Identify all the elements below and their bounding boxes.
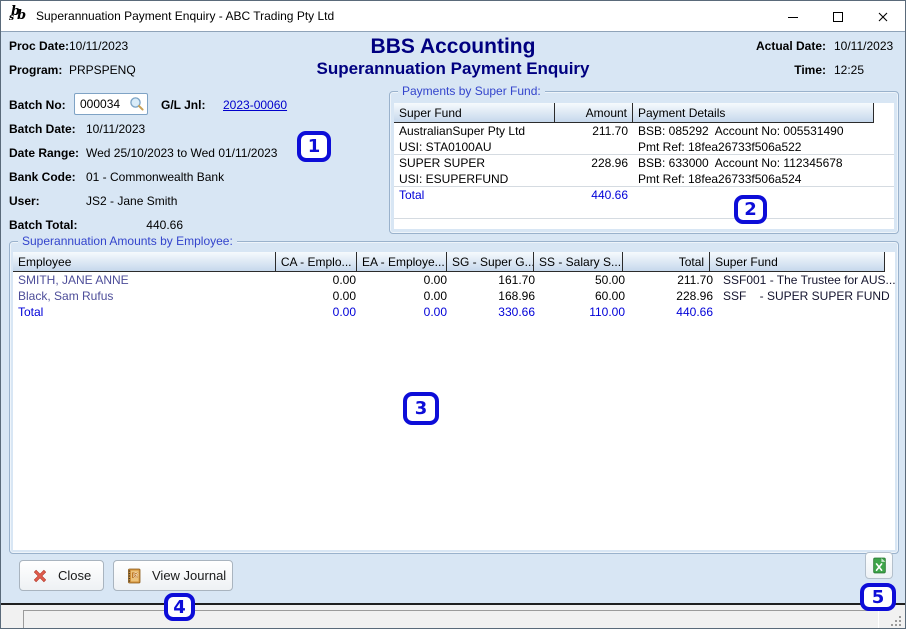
batch-date-value: 10/11/2023 [86, 122, 145, 136]
employee-fund: SSF - SUPER SUPER FUND [718, 288, 895, 304]
column-header[interactable]: Super Fund [394, 103, 555, 123]
fund-name: SUPER SUPER [399, 155, 550, 171]
callout-4: 4 [164, 593, 195, 621]
employees-groupbox: Superannuation Amounts by Employee: Empl… [9, 241, 899, 554]
maximize-icon [830, 9, 846, 25]
table-row[interactable]: SUPER SUPERUSI: ESUPERFUND 228.96 BSB: 6… [394, 155, 894, 187]
employees-group-label: Superannuation Amounts by Employee: [18, 234, 237, 248]
gl-jnl-label: G/L Jnl: [161, 98, 205, 112]
fund-name: AustralianSuper Pty Ltd [399, 123, 550, 139]
payments-group-label: Payments by Super Fund: [398, 84, 545, 98]
column-header[interactable]: Super Fund [710, 252, 885, 272]
table-row[interactable]: SMITH, JANE ANNE 0.00 0.00 161.70 50.00 … [13, 272, 895, 288]
payments-table-header: Super Fund Amount Payment Details [394, 103, 894, 123]
minimize-button[interactable] [770, 1, 815, 32]
total-label: Total [394, 187, 555, 218]
magnifier-icon[interactable] [129, 96, 145, 112]
title-bar: b s b Superannuation Payment Enquiry - A… [1, 1, 905, 32]
employee-name: SMITH, JANE ANNE [13, 272, 279, 288]
employee-name: Black, Sam Rufus [13, 288, 279, 304]
column-header[interactable]: EA - Employe... [357, 252, 447, 272]
red-x-icon [32, 568, 48, 584]
bank-code-value: 01 - Commonwealth Bank [86, 170, 224, 184]
gl-journal-link[interactable]: 2023-00060 [223, 98, 287, 112]
payments-groupbox: Payments by Super Fund: Super Fund Amoun… [389, 91, 899, 234]
resize-grip[interactable] [889, 614, 903, 628]
fund-usi: USI: STA0100AU [399, 139, 550, 154]
user-value: JS2 - Jane Smith [86, 194, 177, 208]
column-header[interactable]: Employee [13, 252, 276, 272]
table-row[interactable]: AustralianSuper Pty LtdUSI: STA0100AU 21… [394, 123, 894, 155]
close-button[interactable]: Close [19, 560, 104, 591]
app-window: b s b Superannuation Payment Enquiry - A… [0, 0, 906, 629]
column-header[interactable]: Payment Details [633, 103, 874, 123]
callout-1: 1 [297, 131, 331, 162]
column-header[interactable]: SS - Salary S... [534, 252, 623, 272]
batch-total-label: Batch Total: [9, 218, 77, 232]
excel-icon [871, 557, 888, 574]
column-header[interactable]: SG - Super G... [447, 252, 534, 272]
employees-table: Employee CA - Emplo... EA - Employe... S… [13, 252, 895, 550]
view-journal-button-label: View Journal [152, 568, 226, 583]
payments-table: Super Fund Amount Payment Details Austra… [394, 103, 894, 229]
callout-3: 3 [403, 392, 439, 425]
column-header[interactable]: Total [623, 252, 710, 272]
fund-amount: 228.96 [555, 155, 633, 186]
actual-date-label: Actual Date: [743, 39, 826, 53]
callout-5: 5 [860, 583, 896, 611]
maximize-button[interactable] [815, 1, 860, 32]
payment-details: BSB: 633000 Account No: 112345678 [638, 155, 869, 171]
batch-total-value: 440.66 [86, 218, 183, 232]
date-range-value: Wed 25/10/2023 to Wed 01/11/2023 [86, 146, 277, 160]
time-value: 12:25 [834, 63, 864, 77]
employees-table-header: Employee CA - Emplo... EA - Employe... S… [13, 252, 895, 272]
window-title: Superannuation Payment Enquiry - ABC Tra… [36, 9, 334, 23]
status-bar [1, 603, 905, 629]
payment-ref: Pmt Ref: 18fea26733f506a524 [638, 171, 869, 186]
total-value: 440.66 [555, 187, 633, 218]
batch-date-label: Batch Date: [9, 122, 76, 136]
close-icon [875, 9, 891, 25]
close-window-button[interactable] [860, 1, 905, 32]
payment-ref: Pmt Ref: 18fea26733f506a522 [638, 139, 869, 154]
view-journal-button[interactable]: @ View Journal [113, 560, 233, 591]
journal-icon: @ [126, 568, 142, 584]
svg-text:@: @ [133, 572, 139, 579]
table-row[interactable]: Black, Sam Rufus 0.00 0.00 168.96 60.00 … [13, 288, 895, 304]
fund-usi: USI: ESUPERFUND [399, 171, 550, 186]
payments-total-row: Total 440.66 [394, 187, 894, 219]
minimize-icon [785, 9, 801, 25]
column-header[interactable]: CA - Emplo... [276, 252, 357, 272]
time-label: Time: [743, 63, 826, 77]
employees-total-row: Total 0.00 0.00 330.66 110.00 440.66 [13, 304, 895, 320]
employee-fund: SSF001 - The Trustee for AUS... [718, 272, 895, 288]
actual-date-value: 10/11/2023 [834, 39, 893, 53]
batch-no-label: Batch No: [9, 98, 66, 112]
payment-details: BSB: 085292 Account No: 005531490 [638, 123, 869, 139]
status-message-area [23, 610, 879, 629]
export-excel-button[interactable] [865, 552, 893, 579]
callout-2: 2 [734, 195, 767, 224]
user-label: User: [9, 194, 40, 208]
date-range-label: Date Range: [9, 146, 79, 160]
total-label: Total [13, 304, 279, 320]
column-header[interactable]: Amount [555, 103, 633, 123]
close-button-label: Close [58, 568, 91, 583]
fund-amount: 211.70 [555, 123, 633, 154]
bbs-logo-icon: b s b [8, 6, 30, 26]
bank-code-label: Bank Code: [9, 170, 76, 184]
